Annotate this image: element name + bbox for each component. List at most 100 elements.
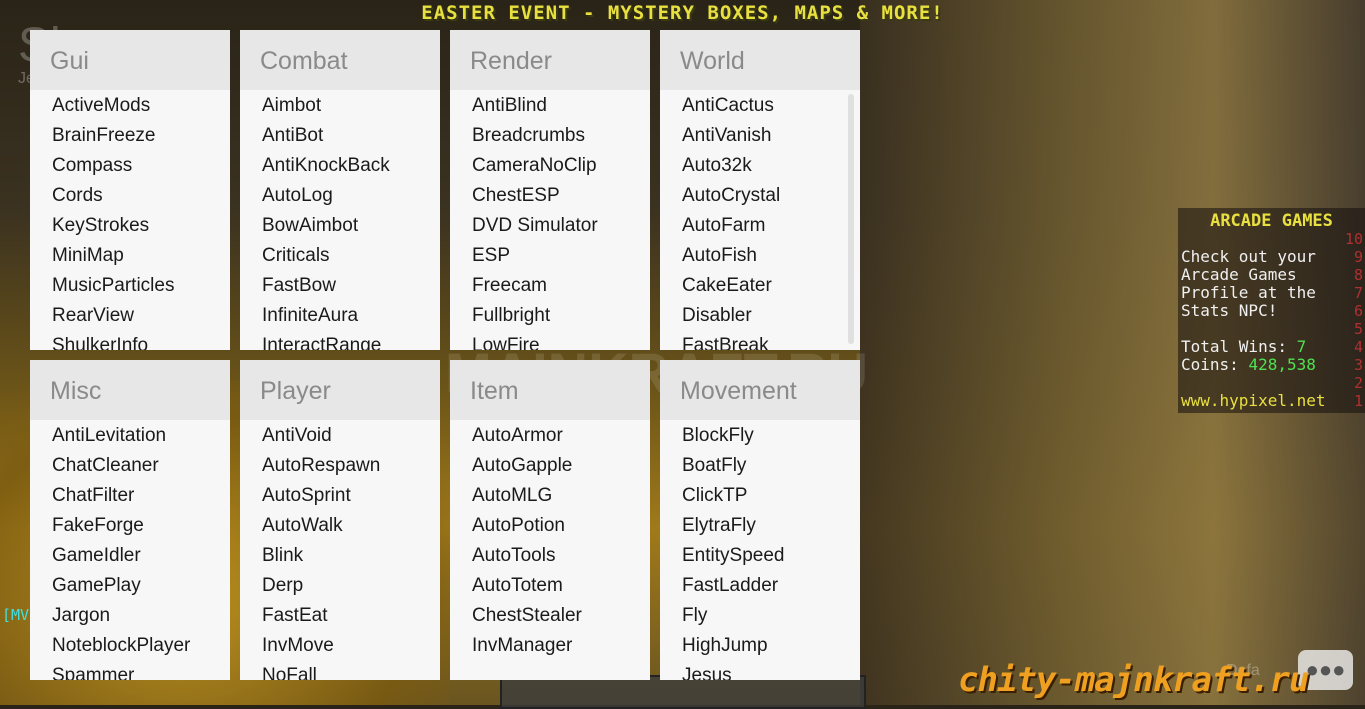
module-item[interactable]: AutoGapple bbox=[450, 450, 650, 480]
module-item[interactable]: Jargon bbox=[30, 600, 230, 630]
site-url: www.hypixel.net bbox=[1181, 391, 1326, 410]
module-item[interactable]: AutoMLG bbox=[450, 480, 650, 510]
module-item[interactable]: AntiCactus bbox=[660, 90, 860, 120]
module-item[interactable]: ClickTP bbox=[660, 480, 860, 510]
score-number: 4 bbox=[1353, 338, 1363, 356]
module-item[interactable]: AutoSprint bbox=[240, 480, 440, 510]
module-item[interactable]: ChatCleaner bbox=[30, 450, 230, 480]
module-item[interactable]: AutoPotion bbox=[450, 510, 650, 540]
module-item[interactable]: RearView bbox=[30, 300, 230, 330]
module-item[interactable]: ChatFilter bbox=[30, 480, 230, 510]
module-item[interactable]: GamePlay bbox=[30, 570, 230, 600]
module-item[interactable]: ShulkerInfo bbox=[30, 330, 230, 350]
module-item[interactable]: NoFall bbox=[240, 660, 440, 680]
module-item[interactable]: Aimbot bbox=[240, 90, 440, 120]
module-list: ActiveMods BrainFreeze Compass Cords KeyStro… bbox=[30, 90, 230, 350]
module-item[interactable]: Jesus bbox=[660, 660, 860, 680]
module-item[interactable]: LowFire bbox=[450, 330, 650, 350]
module-item[interactable]: AutoArmor bbox=[450, 420, 650, 450]
module-item[interactable]: NoteblockPlayer bbox=[30, 630, 230, 660]
module-item[interactable]: MiniMap bbox=[30, 240, 230, 270]
module-item[interactable]: FastLadder bbox=[660, 570, 860, 600]
module-item[interactable]: BowAimbot bbox=[240, 210, 440, 240]
score-number: 9 bbox=[1353, 248, 1363, 266]
module-item[interactable]: AntiLevitation bbox=[30, 420, 230, 450]
panel-combat: Combat Aimbot AntiBot AntiKnockBack AutoLog B… bbox=[240, 30, 440, 350]
module-item[interactable]: Compass bbox=[30, 150, 230, 180]
score-number: 8 bbox=[1353, 266, 1363, 284]
panel-title[interactable]: Player bbox=[240, 360, 440, 420]
module-item[interactable]: Fullbright bbox=[450, 300, 650, 330]
module-item[interactable]: FastBreak bbox=[660, 330, 860, 350]
module-item[interactable]: AutoFarm bbox=[660, 210, 860, 240]
module-item[interactable]: AntiBlind bbox=[450, 90, 650, 120]
panel-title[interactable]: Movement bbox=[660, 360, 860, 420]
module-item[interactable]: InteractRange bbox=[240, 330, 440, 350]
module-item[interactable]: Blink bbox=[240, 540, 440, 570]
module-item[interactable]: MusicParticles bbox=[30, 270, 230, 300]
module-item[interactable]: Freecam bbox=[450, 270, 650, 300]
module-item[interactable]: Criticals bbox=[240, 240, 440, 270]
module-item[interactable]: AutoTools bbox=[450, 540, 650, 570]
module-list: AntiCactus AntiVanish Auto32k AutoCrystal Au… bbox=[660, 90, 860, 350]
module-item[interactable]: CakeEater bbox=[660, 270, 860, 300]
module-item[interactable]: AntiKnockBack bbox=[240, 150, 440, 180]
module-item[interactable]: BlockFly bbox=[660, 420, 860, 450]
scoreboard-title: ARCADE GAMES bbox=[1210, 211, 1333, 231]
panel-render: Render AntiBlind Breadcrumbs CameraNoClip Ch… bbox=[450, 30, 650, 350]
module-item[interactable]: AutoRespawn bbox=[240, 450, 440, 480]
module-item[interactable]: AntiVoid bbox=[240, 420, 440, 450]
module-item[interactable]: Fly bbox=[660, 600, 860, 630]
panel-title[interactable]: Misc bbox=[30, 360, 230, 420]
module-item[interactable]: InfiniteAura bbox=[240, 300, 440, 330]
module-item[interactable]: ActiveMods bbox=[30, 90, 230, 120]
module-item[interactable]: Derp bbox=[240, 570, 440, 600]
panel-title[interactable]: Combat bbox=[240, 30, 440, 90]
module-item[interactable]: AutoFish bbox=[660, 240, 860, 270]
module-item[interactable]: ElytraFly bbox=[660, 510, 860, 540]
module-item[interactable]: AutoWalk bbox=[240, 510, 440, 540]
module-item[interactable]: Disabler bbox=[660, 300, 860, 330]
module-item[interactable]: Cords bbox=[30, 180, 230, 210]
module-item[interactable]: BrainFreeze bbox=[30, 120, 230, 150]
module-item[interactable]: Breadcrumbs bbox=[450, 120, 650, 150]
module-item[interactable]: AntiBot bbox=[240, 120, 440, 150]
watermark: chity-majnkraft.ru bbox=[958, 660, 1309, 700]
panel-title[interactable]: World bbox=[660, 30, 860, 90]
module-list: AntiLevitation ChatCleaner ChatFilter FakeF… bbox=[30, 420, 230, 680]
module-item[interactable]: Spammer bbox=[30, 660, 230, 680]
module-item[interactable]: AutoTotem bbox=[450, 570, 650, 600]
module-item[interactable]: InvMove bbox=[240, 630, 440, 660]
module-item[interactable]: DVD Simulator bbox=[450, 210, 650, 240]
module-item[interactable]: KeyStrokes bbox=[30, 210, 230, 240]
panel-title[interactable]: Gui bbox=[30, 30, 230, 90]
wins-label: Total Wins: bbox=[1181, 337, 1287, 356]
module-item[interactable]: ChestStealer bbox=[450, 600, 650, 630]
module-item[interactable]: AutoCrystal bbox=[660, 180, 860, 210]
module-item[interactable]: AntiVanish bbox=[660, 120, 860, 150]
module-item[interactable]: CameraNoClip bbox=[450, 150, 650, 180]
scoreboard-line: Profile at the bbox=[1181, 283, 1316, 302]
score-number: 10 bbox=[1344, 230, 1363, 248]
module-item[interactable]: BoatFly bbox=[660, 450, 860, 480]
panel-title[interactable]: Item bbox=[450, 360, 650, 420]
scoreboard-line: Arcade Games bbox=[1181, 265, 1297, 284]
module-item[interactable]: FakeForge bbox=[30, 510, 230, 540]
module-item[interactable]: GameIdler bbox=[30, 540, 230, 570]
module-item[interactable]: Auto32k bbox=[660, 150, 860, 180]
module-item[interactable]: InvManager bbox=[450, 630, 650, 660]
module-item[interactable]: ESP bbox=[450, 240, 650, 270]
panel-item: Item AutoArmor AutoGapple AutoMLG AutoPotion… bbox=[450, 360, 650, 680]
module-item[interactable]: AutoLog bbox=[240, 180, 440, 210]
chat-fragment: [MV bbox=[2, 606, 30, 624]
score-number: 5 bbox=[1353, 320, 1363, 338]
module-item[interactable]: FastBow bbox=[240, 270, 440, 300]
scrollbar[interactable] bbox=[848, 94, 854, 344]
module-item[interactable]: FastEat bbox=[240, 600, 440, 630]
panel-title[interactable]: Render bbox=[450, 30, 650, 90]
module-list: AntiVoid AutoRespawn AutoSprint AutoWalk Bli… bbox=[240, 420, 440, 680]
module-item[interactable]: EntitySpeed bbox=[660, 540, 860, 570]
panel-movement: Movement BlockFly BoatFly ClickTP ElytraFly E… bbox=[660, 360, 860, 680]
module-item[interactable]: HighJump bbox=[660, 630, 860, 660]
module-item[interactable]: ChestESP bbox=[450, 180, 650, 210]
